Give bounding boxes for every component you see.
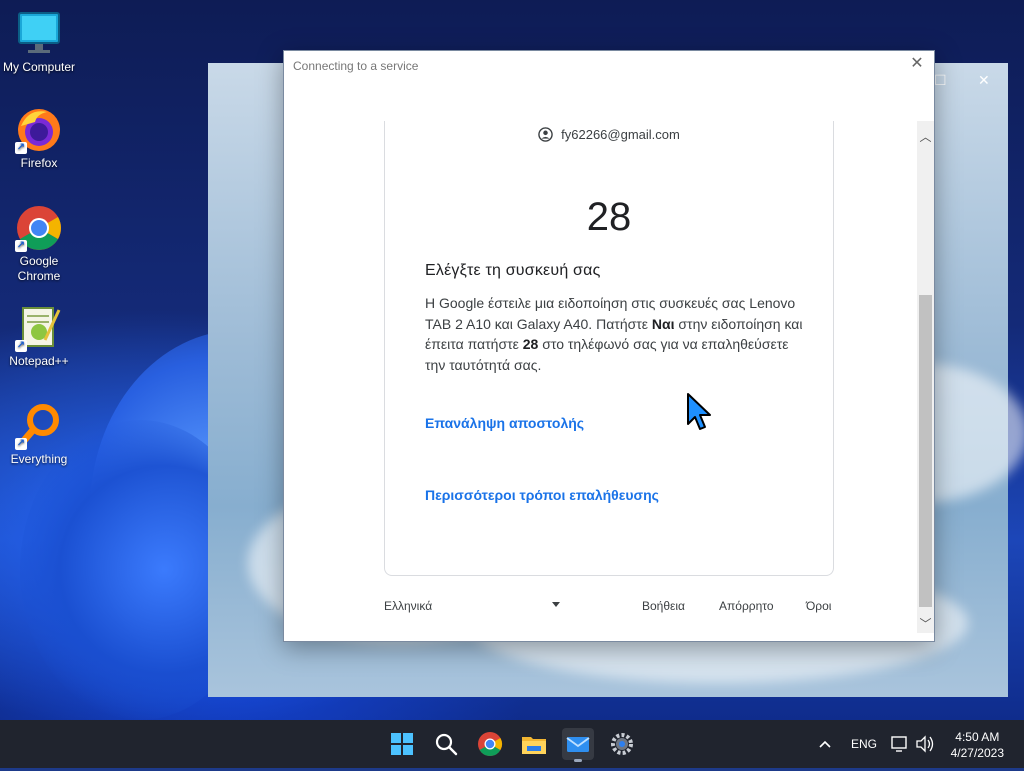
- search-icon[interactable]: [430, 728, 462, 760]
- volume-icon[interactable]: [914, 720, 936, 768]
- desktop-icon-notepadpp[interactable]: ↗ Notepad++: [0, 304, 78, 368]
- dialog-footer: Ελληνικά Βοήθεια Απόρρητο Όροι: [384, 599, 832, 623]
- more-ways-link[interactable]: Περισσότεροι τρόποι επαλήθευσης: [425, 487, 659, 503]
- monitor-icon: [15, 10, 63, 58]
- desktop-icon-everything[interactable]: ↗ Everything: [0, 402, 78, 466]
- everything-search-icon: ↗: [15, 402, 63, 450]
- file-explorer-icon[interactable]: [518, 728, 550, 760]
- mouse-cursor-icon: [686, 392, 714, 432]
- dialog-content: fy62266@gmail.com 28 Ελέγξτε τη συσκευή …: [284, 121, 916, 641]
- desktop-icon-label: Google Chrome: [17, 254, 61, 283]
- start-icon[interactable]: [386, 728, 418, 760]
- scroll-up-icon[interactable]: ︿: [917, 129, 934, 146]
- terms-link[interactable]: Όροι: [806, 599, 831, 613]
- scroll-down-icon[interactable]: ﹀: [917, 616, 934, 633]
- instruction-bold: Ναι: [651, 315, 675, 332]
- notepadpp-icon: ↗: [15, 304, 63, 352]
- chevron-down-icon[interactable]: [552, 602, 560, 607]
- shortcut-arrow-icon: ↗: [15, 340, 27, 352]
- shortcut-arrow-icon: ↗: [15, 438, 27, 450]
- verification-code: 28: [586, 195, 632, 239]
- desktop-icon-firefox[interactable]: ↗ Firefox: [0, 106, 78, 170]
- desktop-icon-label: Notepad++: [9, 354, 69, 368]
- settings-icon[interactable]: [606, 728, 638, 760]
- dialog-title: Connecting to a service: [293, 59, 419, 73]
- desktop-icon-label: My Computer: [2, 60, 76, 74]
- desktop-icon-label: Firefox: [20, 156, 58, 170]
- page-heading: Ελέγξτε τη συσκευή σας: [425, 262, 601, 279]
- language-select[interactable]: Ελληνικά: [384, 599, 432, 613]
- account-chip[interactable]: fy62266@gmail.com: [385, 127, 833, 142]
- language-indicator[interactable]: ENG: [851, 720, 877, 768]
- instruction-bold: 28: [522, 336, 539, 352]
- chrome-icon[interactable]: [474, 728, 506, 760]
- privacy-link[interactable]: Απόρρητο: [719, 599, 774, 613]
- instruction-text: Η Google έστειλε μια ειδοποίηση στις συσ…: [425, 293, 805, 375]
- clock-time: 4:50 AM: [955, 730, 1000, 744]
- account-circle-icon: [538, 127, 553, 142]
- scrollbar[interactable]: ︿ ﹀: [917, 121, 934, 633]
- firefox-icon: ↗: [15, 106, 63, 154]
- resend-link[interactable]: Επανάληψη αποστολής: [425, 415, 584, 431]
- maximize-icon[interactable]: ☐: [934, 72, 947, 89]
- clock[interactable]: 4:50 AM 4/27/2023: [951, 729, 1004, 761]
- active-indicator: [574, 759, 582, 762]
- help-link[interactable]: Βοήθεια: [642, 599, 685, 613]
- desktop-icon-chrome[interactable]: ↗ Google Chrome: [0, 204, 78, 284]
- desktop-icon-my-computer[interactable]: My Computer: [0, 10, 78, 74]
- shortcut-arrow-icon: ↗: [15, 240, 27, 252]
- close-icon[interactable]: ✕: [908, 55, 926, 73]
- chrome-icon: ↗: [15, 204, 63, 252]
- close-icon[interactable]: ✕: [978, 72, 990, 89]
- taskbar: ENG 4:50 AM 4/27/2023: [0, 720, 1024, 768]
- connecting-dialog: Connecting to a service ✕ fy62266@gmail.…: [283, 50, 935, 642]
- network-icon[interactable]: [890, 720, 910, 768]
- desktop-icon-label: Everything: [10, 452, 68, 466]
- tray-chevron-up-icon[interactable]: [816, 720, 834, 768]
- account-email: fy62266@gmail.com: [561, 127, 680, 142]
- scroll-thumb[interactable]: [919, 295, 932, 607]
- verification-card: fy62266@gmail.com 28 Ελέγξτε τη συσκευή …: [384, 121, 834, 576]
- mail-icon[interactable]: [562, 728, 594, 762]
- clock-date: 4/27/2023: [950, 746, 1004, 760]
- shortcut-arrow-icon: ↗: [15, 142, 27, 154]
